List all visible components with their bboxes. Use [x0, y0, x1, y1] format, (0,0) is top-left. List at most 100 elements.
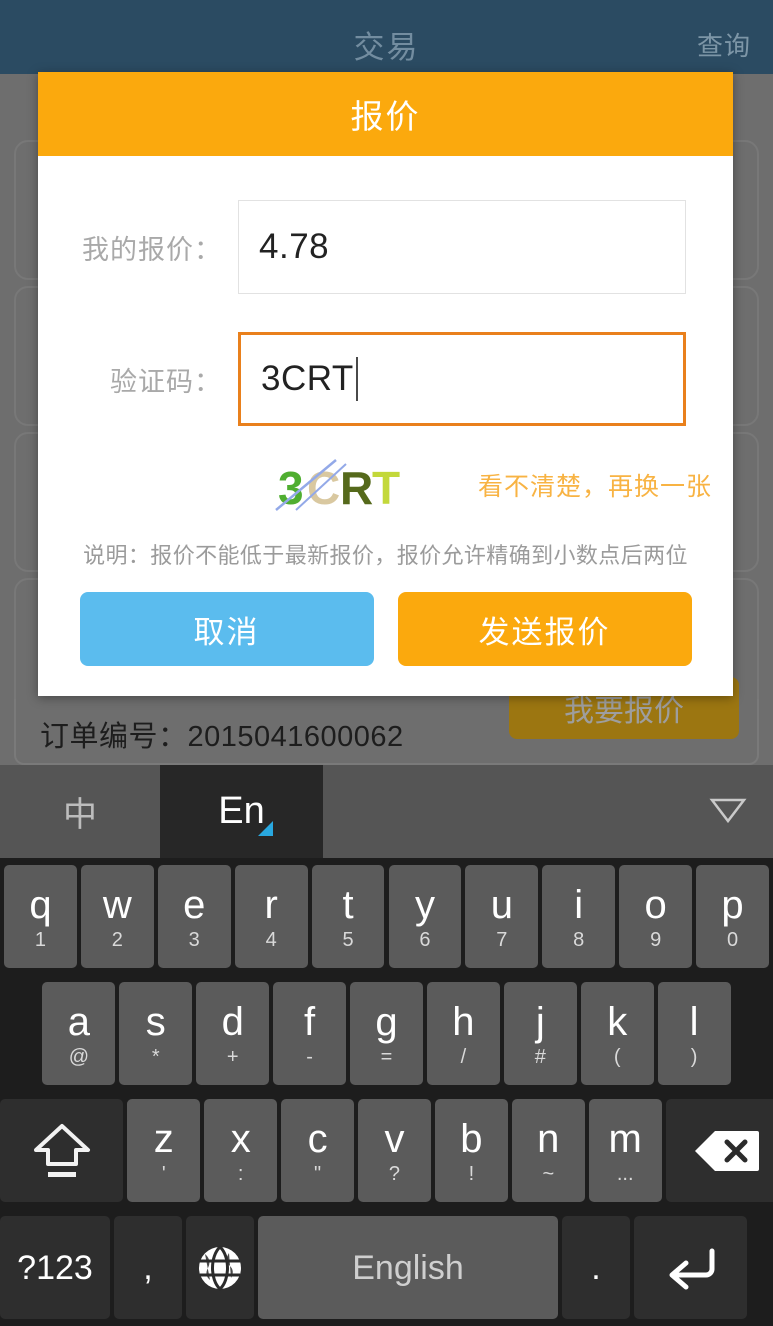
key-p[interactable]: p0 [696, 865, 769, 968]
keyboard-row-4: ?123, English. [0, 1209, 773, 1326]
key-u[interactable]: u7 [465, 865, 539, 968]
captcha-field-row: 验证码： 3CRT [38, 332, 733, 426]
key-label: g [375, 999, 398, 1044]
keyboard-row-1: q1w2e3r4t5y6u7i8o9p0 [0, 858, 773, 975]
key-sublabel: @ [68, 1045, 90, 1068]
key-label: d [221, 999, 244, 1044]
key-label: r [264, 882, 278, 927]
send-quote-button[interactable]: 发送报价 [397, 592, 692, 666]
keyboard-row-3: z ' x: c " v? b! n ~ m... [0, 1092, 773, 1209]
backspace-icon[interactable] [665, 1099, 773, 1202]
key-sublabel: 9 [650, 928, 662, 951]
key-sublabel: + [226, 1045, 239, 1068]
key-d[interactable]: d + [196, 982, 270, 1085]
key-sublabel: 4 [265, 928, 277, 951]
key-label: b [460, 1116, 483, 1161]
globe-icon[interactable] [186, 1216, 254, 1319]
enter-icon[interactable] [634, 1216, 747, 1319]
key-k[interactable]: k( [580, 982, 654, 1085]
keyboard-lang-chinese[interactable]: 中 [0, 765, 160, 858]
key-label: c [307, 1116, 328, 1161]
key-c[interactable]: c " [281, 1099, 355, 1202]
my-quote-value: 4.78 [259, 227, 330, 266]
key-label: p [721, 882, 744, 927]
key-sublabel: : [237, 1162, 244, 1185]
shift-icon[interactable] [0, 1099, 124, 1202]
page-title: 交易 [353, 30, 420, 65]
key-sublabel: = [380, 1045, 393, 1068]
key-label: w [102, 882, 132, 927]
key-label: s [145, 999, 166, 1044]
key-sublabel: 3 [188, 928, 200, 951]
key-label: l [689, 999, 699, 1044]
key-a[interactable]: a @ [42, 982, 116, 1085]
captcha-label: 验证码： [110, 366, 222, 397]
key-label: f [304, 999, 316, 1044]
key-sublabel: 0 [726, 928, 739, 951]
nav-query-action[interactable]: 查询 [697, 26, 751, 63]
key-label: . [591, 1248, 601, 1287]
key-h[interactable]: h / [426, 982, 500, 1085]
key-q[interactable]: q1 [4, 865, 77, 968]
key-sublabel: ! [468, 1162, 475, 1185]
dialog-header: 报价 [38, 72, 733, 156]
key-sublabel: ( [613, 1045, 621, 1068]
key-label: e [183, 882, 206, 927]
key-l[interactable]: l) [657, 982, 731, 1085]
period-key[interactable]: . [562, 1216, 630, 1319]
my-quote-input[interactable]: 4.78 [238, 200, 686, 294]
my-quote-label: 我的报价： [82, 234, 222, 265]
key-label: a [67, 999, 90, 1044]
key-y[interactable]: y6 [388, 865, 462, 968]
key-sublabel: 6 [419, 928, 431, 951]
order-footer-bar: 订单编号：2015041600062 我要报价 [14, 677, 759, 765]
key-sublabel: 8 [573, 928, 585, 951]
key-s[interactable]: s * [119, 982, 193, 1085]
key-label: x [230, 1116, 251, 1161]
keyboard-row-2: a @ s * d + f - g = h / j # k(l) [0, 975, 773, 1092]
key-z[interactable]: z ' [127, 1099, 201, 1202]
key-label: j [535, 999, 545, 1044]
captcha-image[interactable]: 3 C R T [274, 454, 414, 516]
key-v[interactable]: v? [358, 1099, 431, 1202]
key-r[interactable]: r4 [234, 865, 308, 968]
key-m[interactable]: m... [588, 1099, 662, 1202]
key-b[interactable]: b! [434, 1099, 508, 1202]
key-sublabel: * [151, 1045, 160, 1068]
key-label: n [537, 1116, 560, 1161]
captcha-input[interactable]: 3CRT [238, 332, 686, 426]
key-sublabel: 2 [111, 928, 123, 951]
cancel-button[interactable]: 取消 [79, 592, 374, 666]
svg-text:T: T [372, 462, 400, 514]
keyboard-toolbar: 中 En [0, 765, 773, 858]
text-cursor [355, 357, 358, 401]
hide-keyboard-icon[interactable] [709, 795, 747, 824]
key-w[interactable]: w2 [80, 865, 154, 968]
svg-text:R: R [340, 462, 373, 514]
active-indicator-icon [258, 821, 273, 836]
key-label: h [452, 999, 475, 1044]
key-j[interactable]: j # [503, 982, 577, 1085]
refresh-captcha-link[interactable]: 看不清楚，再换一张 [478, 467, 712, 503]
key-g[interactable]: g = [350, 982, 423, 1085]
key-e[interactable]: e3 [157, 865, 231, 968]
key-label: y [414, 882, 435, 927]
comma-key[interactable]: , [114, 1216, 182, 1319]
key-label: u [490, 882, 513, 927]
key-f[interactable]: f- [273, 982, 347, 1085]
dialog-title: 报价 [350, 98, 421, 135]
key-x[interactable]: x: [204, 1099, 278, 1202]
key-n[interactable]: n ~ [511, 1099, 585, 1202]
symbols-key[interactable]: ?123 [0, 1216, 110, 1319]
key-i[interactable]: i8 [542, 865, 616, 968]
key-label: k [607, 999, 628, 1044]
key-o[interactable]: o9 [619, 865, 693, 968]
my-quote-field-row: 我的报价： 4.78 [38, 200, 733, 294]
space-key[interactable]: English [258, 1216, 558, 1319]
key-sublabel: / [460, 1045, 467, 1068]
key-sublabel: 1 [34, 928, 46, 951]
key-t[interactable]: t5 [311, 865, 385, 968]
dialog-button-row: 取消 发送报价 [38, 592, 733, 696]
keyboard-lang-english[interactable]: En [160, 765, 323, 858]
captcha-value: 3CRT [261, 359, 354, 398]
